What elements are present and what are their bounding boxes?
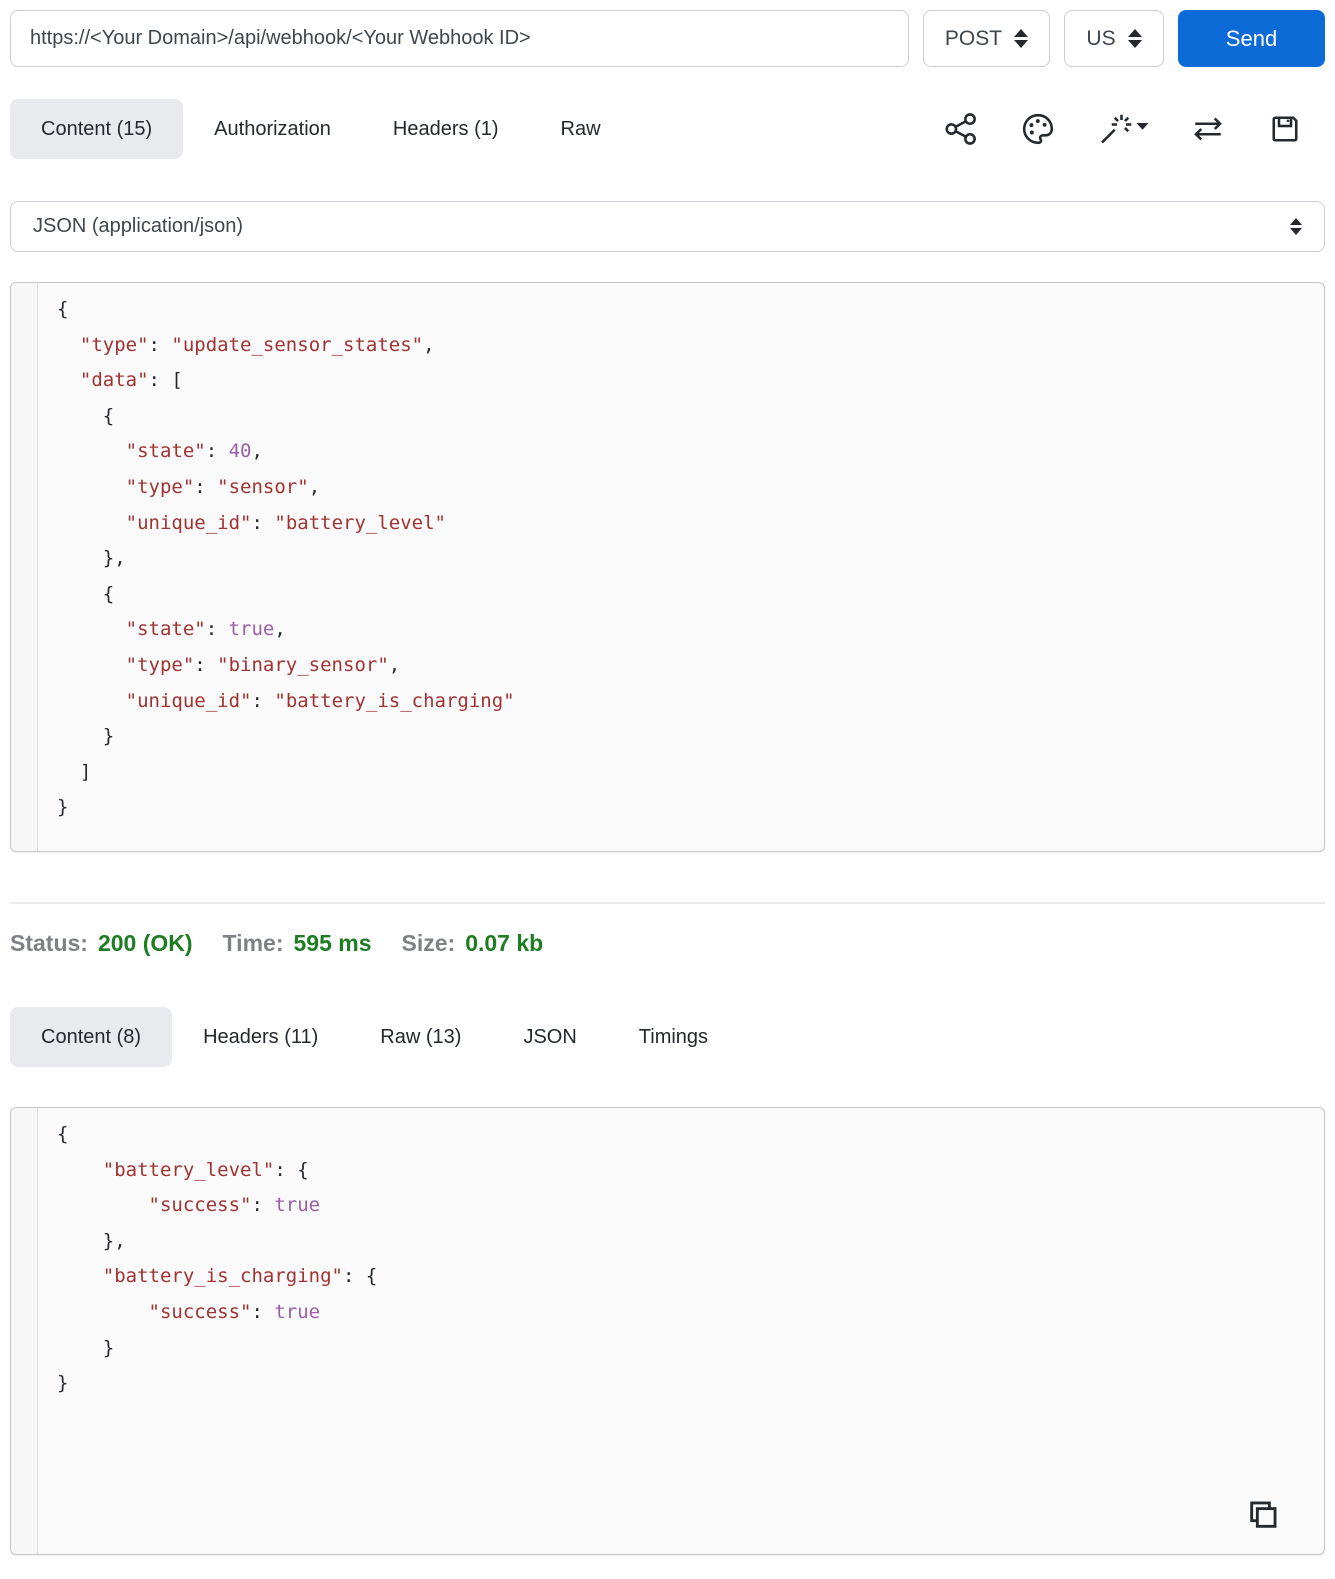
api-client-page: POST US Send Content (15) Authorization … [0,0,1335,1555]
copy-icon[interactable] [1246,1498,1280,1532]
updown-arrows-icon [1290,218,1302,235]
request-code[interactable]: { "type": "update_sensor_states", "data"… [39,283,1324,826]
response-body-panel: { "battery_level": { "success": true }, … [10,1107,1325,1555]
tab-response-timings[interactable]: Timings [608,1007,739,1067]
updown-arrows-icon [1127,29,1142,48]
region-select[interactable]: US [1064,10,1164,67]
code-gutter [11,283,38,851]
response-status-row: Status: 200 (OK) Time: 595 ms Size: 0.07… [10,930,1325,957]
response-code: { "battery_level": { "success": true }, … [57,1123,378,1395]
method-select-value: POST [944,26,1003,50]
size-value: 0.07 kb [465,930,544,956]
region-select-value: US [1086,26,1116,50]
request-body-panel[interactable]: { "type": "update_sensor_states", "data"… [10,282,1325,852]
tab-response-raw[interactable]: Raw (13) [349,1007,492,1067]
response-tabs-row: Content (8) Headers (11) Raw (13) JSON T… [10,1007,1325,1067]
request-toolbar [943,111,1325,147]
share-icon[interactable] [943,111,979,147]
code-gutter [11,1108,38,1554]
magic-wand-dropdown-icon[interactable] [1097,111,1149,147]
tab-request-content[interactable]: Content (15) [10,99,184,159]
updown-arrows-icon [1014,29,1029,48]
url-input[interactable] [10,10,909,67]
tab-response-headers[interactable]: Headers (11) [172,1007,349,1067]
tab-response-json[interactable]: JSON [492,1007,607,1067]
status-label: Status: [10,930,88,956]
body-type-select[interactable]: JSON (application/json) [10,201,1325,252]
swap-arrows-icon[interactable] [1190,111,1226,147]
section-divider [10,902,1325,904]
request-bar: POST US Send [10,10,1325,67]
status-value: 200 (OK) [97,930,193,956]
time-value: 595 ms [293,930,372,956]
time-label: Time: [222,930,284,956]
tab-response-content[interactable]: Content (8) [10,1007,173,1067]
tab-request-authorization[interactable]: Authorization [183,99,362,159]
tab-request-headers[interactable]: Headers (1) [362,99,530,159]
tab-request-raw[interactable]: Raw [530,99,632,159]
body-type-value: JSON (application/json) [33,215,244,237]
request-tabs-row: Content (15) Authorization Headers (1) R… [10,99,1325,159]
save-icon[interactable] [1267,111,1303,147]
size-label: Size: [401,930,456,956]
method-select[interactable]: POST [923,10,1050,67]
palette-icon[interactable] [1020,111,1056,147]
send-button[interactable]: Send [1178,10,1325,67]
